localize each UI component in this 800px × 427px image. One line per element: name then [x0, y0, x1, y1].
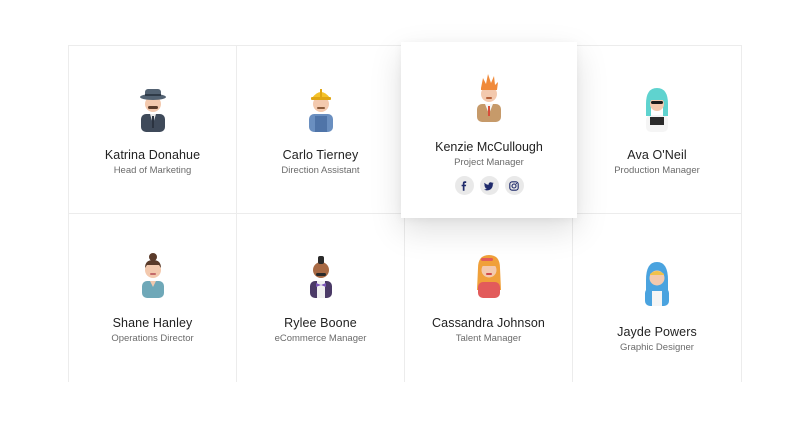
member-name: Rylee Boone: [284, 316, 357, 330]
social-links: [401, 176, 577, 195]
team-card[interactable]: Jayde Powers Graphic Designer: [573, 214, 741, 382]
member-name: Katrina Donahue: [104, 148, 201, 162]
redhead-woman-avatar-icon: [476, 255, 501, 298]
construction-worker-avatar-icon: [308, 89, 333, 132]
member-role: Graphic Designer: [620, 342, 694, 353]
member-name: Kenzie McCullough: [435, 140, 543, 154]
member-role: eCommerce Manager: [274, 333, 367, 344]
team-card[interactable]: Cassandra Johnson Talent Manager: [405, 214, 573, 382]
twitter-icon: [484, 181, 494, 190]
hooded-person-avatar-icon: [645, 262, 669, 306]
member-role: Head of Marketing: [113, 165, 192, 176]
facebook-button[interactable]: [454, 176, 474, 195]
facebook-icon: [461, 180, 467, 191]
instagram-icon: [509, 180, 519, 191]
detective-avatar-icon: [139, 89, 166, 132]
featured-team-card[interactable]: Kenzie McCullough Project Manager: [401, 42, 577, 218]
member-role: Production Manager: [614, 165, 700, 176]
member-name: Carlo Tierney: [282, 148, 359, 162]
member-role: Operations Director: [111, 333, 194, 344]
team-card[interactable]: Katrina Donahue Head of Marketing: [69, 46, 237, 214]
member-role: Direction Assistant: [281, 165, 360, 176]
member-role: Talent Manager: [455, 333, 522, 344]
bun-hair-woman-avatar-icon: [141, 253, 164, 298]
team-card[interactable]: Rylee Boone eCommerce Manager: [237, 214, 405, 382]
teal-hair-woman-avatar-icon: [646, 88, 668, 132]
twitter-button[interactable]: [479, 176, 499, 195]
member-name: Cassandra Johnson: [432, 316, 545, 330]
team-card[interactable]: Carlo Tierney Direction Assistant: [237, 46, 405, 214]
member-role: Project Manager: [454, 157, 524, 168]
spiky-hair-man-avatar-icon: [477, 74, 501, 122]
team-card[interactable]: Shane Hanley Operations Director: [69, 214, 237, 382]
instagram-button[interactable]: [504, 176, 524, 195]
team-card[interactable]: Ava O'Neil Production Manager: [573, 46, 741, 214]
member-name: Jayde Powers: [617, 325, 697, 339]
member-name: Ava O'Neil: [627, 148, 687, 162]
member-name: Shane Hanley: [112, 316, 193, 330]
bowtie-man-avatar-icon: [309, 256, 332, 298]
